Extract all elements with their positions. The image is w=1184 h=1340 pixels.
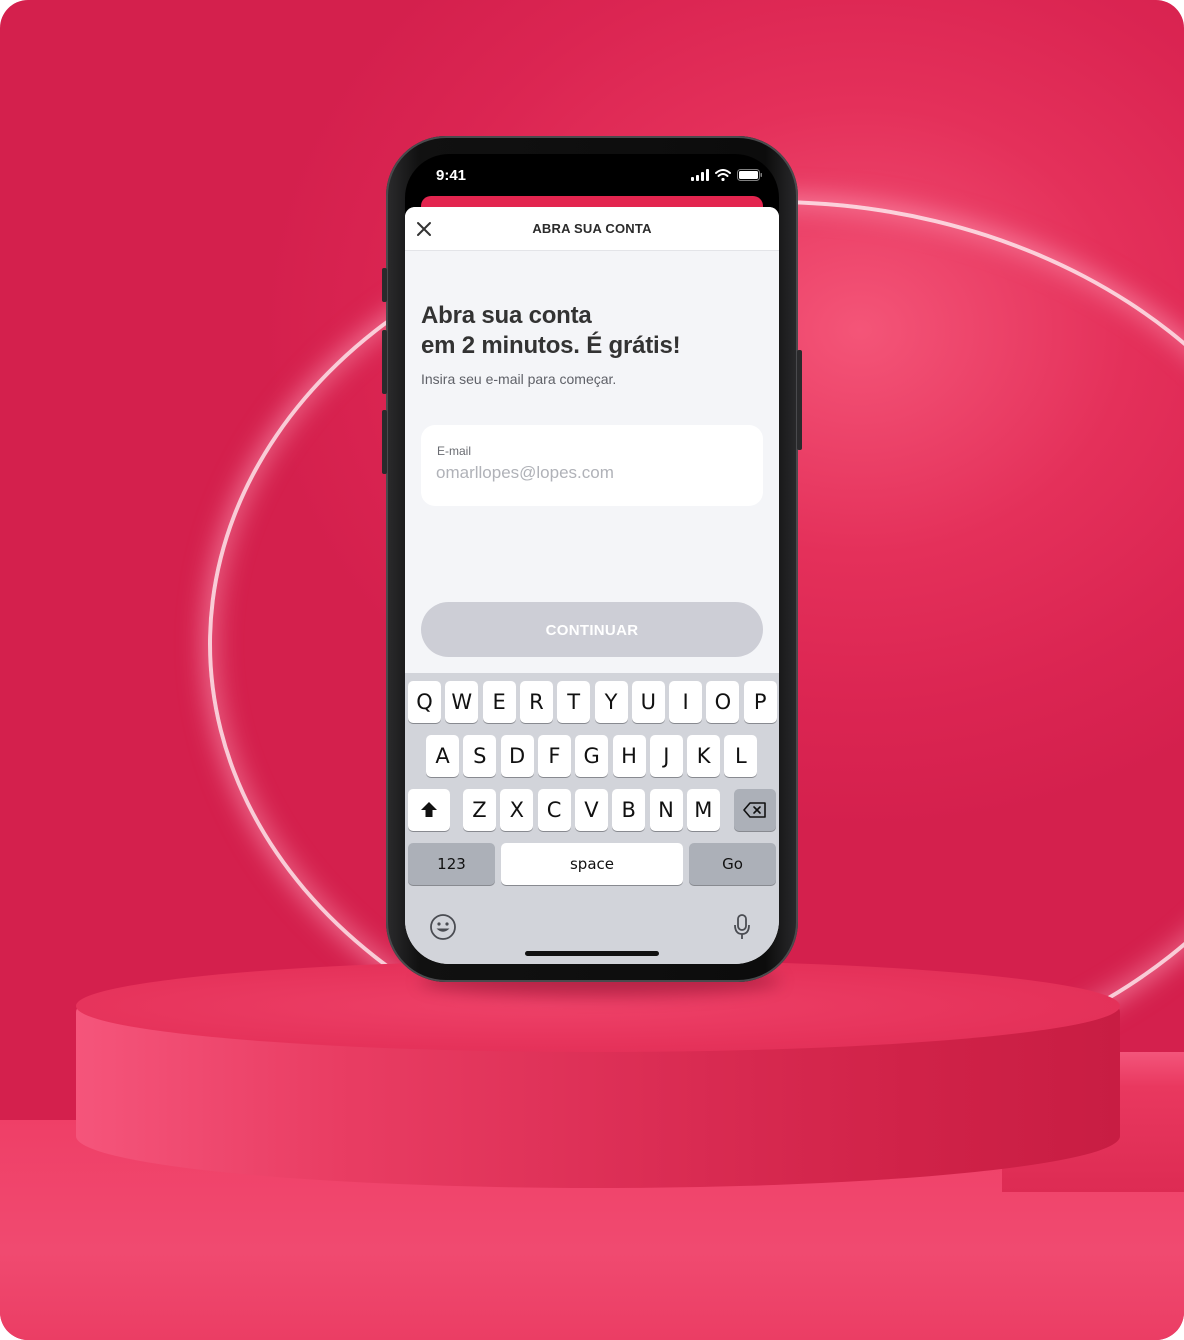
key-w[interactable]: W	[445, 681, 479, 723]
key-v[interactable]: V	[574, 789, 608, 831]
shift-icon	[421, 802, 437, 817]
nav-bar: ABRA SUA CONTA	[405, 207, 779, 251]
key-l[interactable]: L	[724, 735, 758, 777]
key-z[interactable]: Z	[463, 789, 496, 831]
key-o[interactable]: O	[706, 681, 740, 723]
emoji-icon[interactable]	[429, 913, 457, 941]
key-n[interactable]: N	[649, 789, 683, 831]
subtitle: Insira seu e-mail para começar.	[421, 371, 617, 387]
key-d[interactable]: D	[500, 735, 534, 777]
phone-screen: 9:41 ABRA SUA CONTA Abra sua conta em 2 …	[405, 154, 779, 964]
signup-sheet: ABRA SUA CONTA Abra sua conta em 2 minut…	[405, 207, 779, 964]
key-p[interactable]: P	[743, 681, 777, 723]
key-k[interactable]: K	[687, 735, 721, 777]
power-button	[797, 350, 802, 450]
go-key[interactable]: Go	[689, 843, 776, 885]
key-x[interactable]: X	[500, 789, 534, 831]
mute-switch	[382, 268, 387, 302]
headline-line-2: em 2 minutos. É grátis!	[421, 332, 681, 359]
email-label: E-mail	[437, 444, 472, 458]
status-time: 9:41	[436, 167, 467, 184]
battery-icon	[737, 169, 762, 181]
page-title: ABRA SUA CONTA	[532, 221, 652, 236]
wifi-icon	[715, 169, 731, 181]
headline: Abra sua conta em 2 minutos. É grátis!	[421, 301, 761, 361]
email-input[interactable]	[436, 461, 736, 485]
key-u[interactable]: U	[631, 681, 665, 723]
key-b[interactable]: B	[612, 789, 646, 831]
key-r[interactable]: R	[519, 681, 553, 723]
key-y[interactable]: Y	[594, 681, 628, 723]
key-h[interactable]: H	[612, 735, 646, 777]
background-stage: 9:41 ABRA SUA CONTA Abra sua conta em 2 …	[0, 0, 1184, 1340]
shift-key[interactable]	[408, 789, 450, 831]
key-m[interactable]: M	[686, 789, 720, 831]
email-field[interactable]: E-mail	[421, 425, 763, 506]
keyboard: QWERTYUIOP ASDFGHJKL ZXCVBNM 123 space G…	[405, 673, 779, 964]
volume-up-button	[382, 330, 387, 394]
backspace-icon	[743, 802, 766, 818]
key-f[interactable]: F	[537, 735, 571, 777]
key-g[interactable]: G	[575, 735, 609, 777]
key-q[interactable]: Q	[408, 681, 441, 723]
signal-icon	[691, 169, 709, 181]
continue-button[interactable]: CONTINUAR	[421, 602, 763, 657]
key-j[interactable]: J	[649, 735, 683, 777]
home-indicator[interactable]	[525, 951, 659, 956]
status-icons	[691, 169, 763, 181]
volume-down-button	[382, 410, 387, 474]
backspace-key[interactable]	[734, 789, 776, 831]
headline-line-1: Abra sua conta	[421, 302, 592, 329]
microphone-icon[interactable]	[732, 913, 752, 941]
key-a[interactable]: A	[426, 735, 459, 777]
key-i[interactable]: I	[669, 681, 703, 723]
numbers-key[interactable]: 123	[408, 843, 495, 885]
key-c[interactable]: C	[537, 789, 571, 831]
key-s[interactable]: S	[463, 735, 497, 777]
key-t[interactable]: T	[557, 681, 591, 723]
space-key[interactable]: space	[501, 843, 683, 885]
key-e[interactable]: E	[482, 681, 516, 723]
